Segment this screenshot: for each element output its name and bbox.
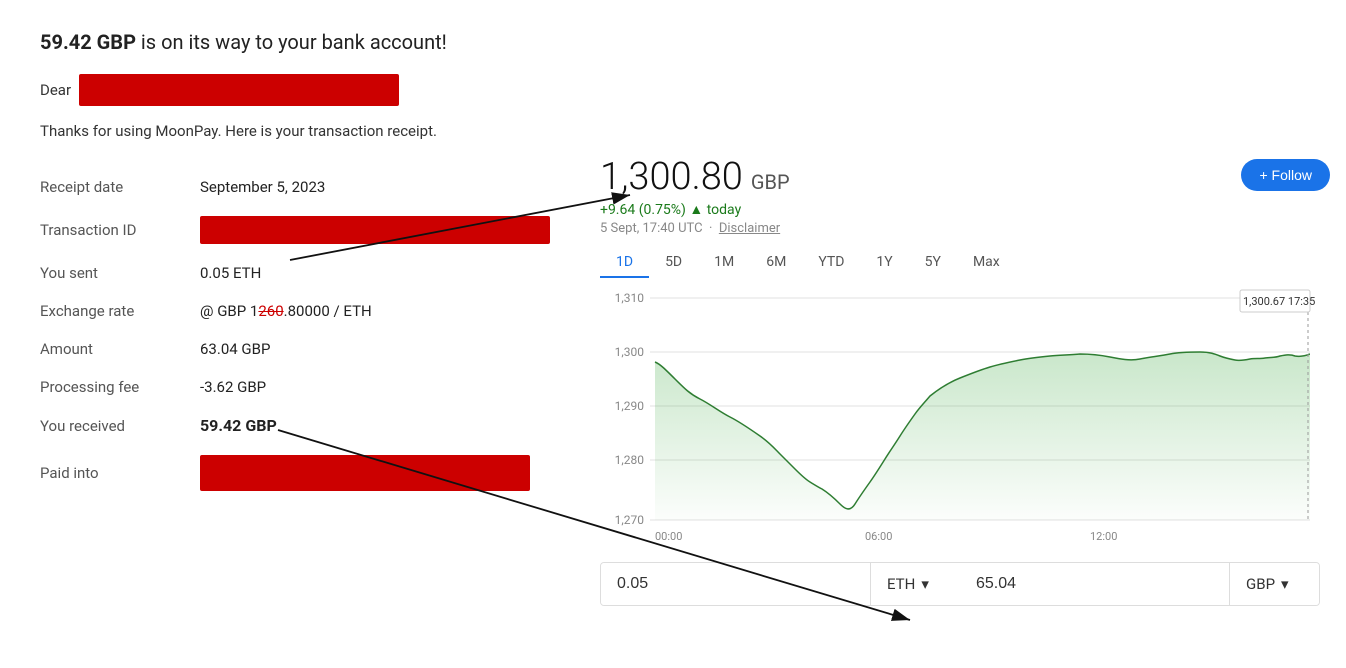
label-paid-into: Paid into — [40, 445, 200, 501]
timestamp-text: 5 Sept, 17:40 UTC — [600, 221, 703, 236]
from-currency-label: ETH — [887, 575, 915, 593]
converter-to-input[interactable] — [960, 563, 1229, 605]
label-processing-fee: Processing fee — [40, 368, 200, 406]
value-you-received: 59.42 GBP — [200, 406, 590, 445]
svg-text:1,280: 1,280 — [615, 453, 645, 467]
converter-bar: ETH ▾ GBP ▾ — [600, 562, 1320, 606]
tab-5y[interactable]: 5Y — [909, 248, 957, 278]
value-transaction-id — [200, 206, 590, 254]
converter-from-input[interactable] — [601, 563, 870, 605]
chart-price-block: 1,300.80 GBP +9.64 (0.75%) ▲ today 5 Sep… — [600, 155, 790, 236]
svg-text:1,290: 1,290 — [615, 399, 645, 413]
receipt-table: Receipt date September 5, 2023 Transacti… — [40, 168, 590, 501]
chart-svg: 1,310 1,300 1,290 1,280 1,270 00:00 06:0… — [600, 284, 1320, 554]
label-you-sent: You sent — [40, 254, 200, 292]
value-processing-fee: -3.62 GBP — [200, 368, 590, 406]
table-row: Transaction ID — [40, 206, 590, 254]
main-title: 59.42 GBP is on its way to your bank acc… — [40, 30, 590, 54]
table-row: You sent 0.05 ETH — [40, 254, 590, 292]
svg-text:1,300: 1,300 — [615, 345, 645, 359]
to-currency-label: GBP — [1246, 575, 1275, 593]
svg-text:12:00: 12:00 — [1090, 530, 1117, 543]
name-redacted — [79, 74, 399, 106]
title-suffix: is on its way to your bank account! — [136, 30, 447, 54]
tab-5d[interactable]: 5D — [649, 248, 698, 278]
tab-ytd[interactable]: YTD — [802, 248, 860, 278]
chart-price-value: 1,300.80 — [600, 155, 743, 199]
label-transaction-id: Transaction ID — [40, 206, 200, 254]
table-row: Receipt date September 5, 2023 — [40, 168, 590, 206]
chart-timestamp: 5 Sept, 17:40 UTC · Disclaimer — [600, 221, 790, 236]
table-row: Amount 63.04 GBP — [40, 330, 590, 368]
table-row: Paid into — [40, 445, 590, 501]
disclaimer-link[interactable]: Disclaimer — [719, 221, 780, 236]
left-panel: 59.42 GBP is on its way to your bank acc… — [40, 30, 590, 501]
label-receipt-date: Receipt date — [40, 168, 200, 206]
right-panel: 1,300.80 GBP +9.64 (0.75%) ▲ today 5 Sep… — [600, 155, 1330, 606]
tab-1d[interactable]: 1D — [600, 248, 649, 278]
follow-button[interactable]: + Follow — [1241, 159, 1330, 191]
svg-text:1,270: 1,270 — [615, 513, 645, 527]
tab-max[interactable]: Max — [957, 248, 1016, 278]
tab-6m[interactable]: 6M — [750, 248, 802, 278]
svg-text:06:00: 06:00 — [865, 530, 892, 543]
dear-label: Dear — [40, 81, 71, 99]
svg-text:1,300.67 17:35: 1,300.67 17:35 — [1243, 295, 1315, 308]
chart-price-main: 1,300.80 GBP — [600, 155, 790, 199]
converter-from-currency[interactable]: ETH ▾ — [870, 563, 960, 605]
converter-to-currency[interactable]: GBP ▾ — [1229, 563, 1319, 605]
value-receipt-date: September 5, 2023 — [200, 168, 590, 206]
transaction-redacted — [200, 216, 550, 244]
label-you-received: You received — [40, 406, 200, 445]
chevron-down-icon: ▾ — [921, 575, 929, 593]
svg-text:00:00: 00:00 — [655, 530, 682, 543]
chevron-down-icon-2: ▾ — [1281, 575, 1289, 593]
table-row: Processing fee -3.62 GBP — [40, 368, 590, 406]
chart-change: +9.64 (0.75%) ▲ today — [600, 201, 790, 218]
tab-1m[interactable]: 1M — [698, 248, 750, 278]
amount-highlight: 59.42 GBP — [40, 30, 136, 54]
chart-header: 1,300.80 GBP +9.64 (0.75%) ▲ today 5 Sep… — [600, 155, 1330, 236]
chart-area: 1,310 1,300 1,290 1,280 1,270 00:00 06:0… — [600, 284, 1320, 554]
label-exchange-rate: Exchange rate — [40, 292, 200, 330]
table-row: Exchange rate @ GBP 1260.80000 / ETH — [40, 292, 590, 330]
tab-1y[interactable]: 1Y — [860, 248, 908, 278]
value-paid-into — [200, 445, 590, 501]
value-exchange-rate: @ GBP 1260.80000 / ETH — [200, 292, 590, 330]
value-you-sent: 0.05 ETH — [200, 254, 590, 292]
thanks-text: Thanks for using MoonPay. Here is your t… — [40, 122, 590, 140]
svg-text:1,310: 1,310 — [615, 291, 645, 305]
label-amount: Amount — [40, 330, 200, 368]
chart-tabs: 1D 5D 1M 6M YTD 1Y 5Y Max — [600, 248, 1330, 278]
table-row: You received 59.42 GBP — [40, 406, 590, 445]
value-amount: 63.04 GBP — [200, 330, 590, 368]
paid-into-redacted — [200, 455, 530, 491]
chart-currency: GBP — [751, 170, 790, 194]
dear-row: Dear — [40, 74, 590, 106]
